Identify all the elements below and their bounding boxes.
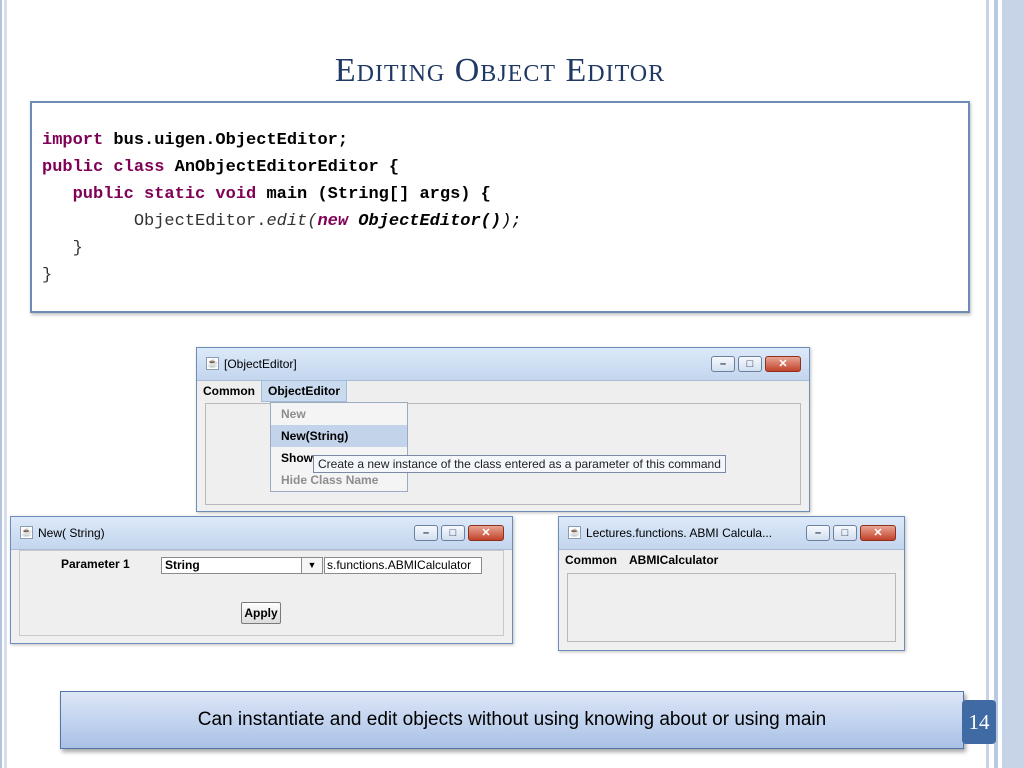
apply-button[interactable]: Apply [241, 602, 281, 624]
maximize-button[interactable]: □ [441, 525, 465, 541]
slide-title: Editing Object Editor [334, 52, 666, 89]
object-editor-window: ☕ [ObjectEditor] – □ ✕ Common ObjectEdit… [196, 347, 810, 512]
slide-right-border [976, 0, 1024, 768]
window-titlebar[interactable]: ☕ Lectures.functions. ABMI Calcula... – … [559, 517, 904, 550]
new-string-window: ☕ New( String) – □ ✕ Parameter 1 String … [10, 516, 513, 644]
code-keyword: public static void [72, 185, 257, 204]
window-title: New( String) [38, 526, 105, 540]
code-text: AnObjectEditorEditor { [164, 158, 400, 177]
slide-left-border [0, 0, 10, 768]
menu-common[interactable]: Common [559, 550, 623, 570]
code-box: import bus.uigen.ObjectEditor; public cl… [30, 101, 970, 313]
menu-common[interactable]: Common [197, 381, 261, 401]
minimize-button[interactable]: – [711, 356, 735, 372]
parameter-value-input[interactable]: s.functions.ABMICalculator [324, 557, 482, 574]
java-cup-icon: ☕ [206, 357, 219, 370]
maximize-icon: □ [449, 527, 457, 539]
code-text: ObjectEditor. [42, 212, 267, 231]
close-button[interactable]: ✕ [765, 356, 801, 372]
close-icon: ✕ [481, 527, 491, 539]
maximize-icon: □ [841, 527, 849, 539]
minimize-icon: – [814, 527, 822, 539]
menu-item-new-string[interactable]: New(String) [271, 425, 407, 447]
java-cup-icon: ☕ [568, 526, 581, 539]
window-content [567, 573, 896, 642]
menu-abmi-calculator[interactable]: ABMICalculator [623, 550, 724, 570]
code-listing: import bus.uigen.ObjectEditor; public cl… [42, 127, 522, 289]
code-text: } [42, 239, 83, 258]
window-titlebar[interactable]: ☕ New( String) – □ ✕ [11, 517, 512, 550]
java-cup-icon: ☕ [20, 526, 33, 539]
menu-bar: Common ObjectEditor [197, 380, 809, 402]
menu-bar: Common ABMICalculator [559, 550, 904, 570]
parameter-label: Parameter 1 [61, 557, 130, 571]
page-number: 14 [962, 700, 996, 744]
minimize-icon: – [422, 527, 430, 539]
code-keyword: new [317, 212, 349, 231]
close-button[interactable]: ✕ [860, 525, 896, 541]
menu-item-new[interactable]: New [271, 403, 407, 425]
close-button[interactable]: ✕ [468, 525, 504, 541]
window-title: Lectures.functions. ABMI Calcula... [586, 526, 773, 540]
minimize-button[interactable]: – [806, 525, 830, 541]
object-editor-menu-dropdown: New New(String) Show Hide Class Name [270, 402, 408, 492]
code-keyword: import [42, 131, 104, 150]
callout-box: Can instantiate and edit objects without… [60, 691, 964, 749]
window-titlebar[interactable]: ☕ [ObjectEditor] – □ ✕ [197, 348, 809, 381]
tooltip: Create a new instance of the class enter… [313, 455, 726, 473]
code-text: } [42, 266, 53, 285]
maximize-button[interactable]: □ [738, 356, 762, 372]
maximize-icon: □ [746, 358, 754, 370]
window-title: [ObjectEditor] [224, 357, 297, 371]
close-icon: ✕ [873, 527, 883, 539]
minimize-icon: – [719, 358, 727, 370]
code-text: ObjectEditor() [348, 212, 502, 231]
maximize-button[interactable]: □ [833, 525, 857, 541]
combo-value: String [165, 558, 200, 572]
code-text: main (String[] args) { [256, 185, 491, 204]
close-icon: ✕ [778, 358, 788, 370]
parameter-type-select[interactable]: String ▼ [161, 557, 323, 574]
chevron-down-icon[interactable]: ▼ [301, 558, 322, 573]
minimize-button[interactable]: – [414, 525, 438, 541]
menu-object-editor[interactable]: ObjectEditor [261, 380, 348, 402]
code-text: edit( [266, 212, 318, 231]
code-text: bus.uigen.ObjectEditor; [103, 131, 349, 150]
code-text: ); [501, 212, 522, 231]
code-keyword: public class [42, 158, 165, 177]
abmi-calculator-window: ☕ Lectures.functions. ABMI Calcula... – … [558, 516, 905, 651]
